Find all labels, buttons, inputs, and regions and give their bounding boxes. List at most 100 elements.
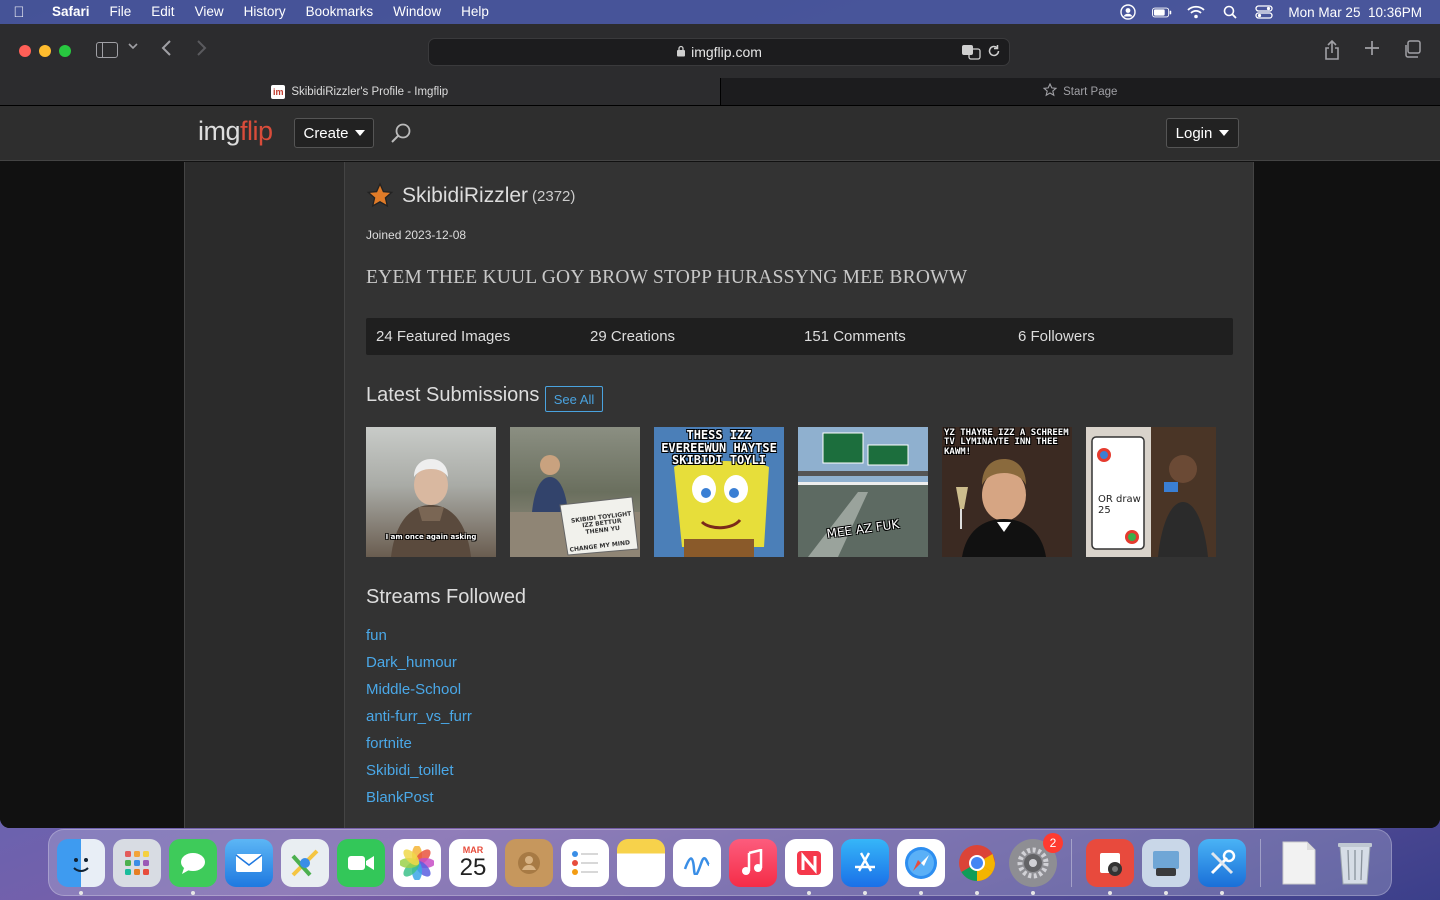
calendar-icon[interactable]: MAR 25	[449, 838, 497, 887]
stat-comments[interactable]: 151 Comments	[794, 328, 1008, 345]
meme-caption: YZ THAYRE IZZ A SCHREEM TV LYMINAYTE INN…	[944, 428, 1069, 457]
see-all-button[interactable]: See All	[545, 386, 603, 412]
tab-bar: im SkibidiRizzler's Profile - Imgflip St…	[0, 78, 1440, 106]
stat-creations[interactable]: 29 Creations	[580, 328, 794, 345]
url-text: imgflip.com	[691, 44, 762, 60]
stream-link-fortnite[interactable]: fortnite	[366, 730, 472, 757]
menu-view[interactable]: View	[185, 0, 234, 24]
search-icon[interactable]	[390, 122, 411, 143]
stat-followers[interactable]: 6 Followers	[1008, 328, 1222, 345]
create-label: Create	[303, 124, 349, 142]
photos-icon[interactable]	[393, 838, 441, 887]
create-dropdown-button[interactable]: Create	[294, 118, 374, 148]
browser-toolbar: imgflip.com	[0, 24, 1440, 78]
tab-overview-icon[interactable]	[1402, 40, 1422, 65]
chrome-icon[interactable]	[953, 839, 1001, 895]
login-label: Login	[1175, 124, 1213, 142]
meme-thumbnail[interactable]: OR draw 25	[1086, 427, 1216, 557]
launchpad-icon[interactable]	[113, 838, 161, 887]
notes-icon[interactable]	[617, 838, 665, 887]
logo-flip-part: flip	[240, 116, 273, 146]
utility-tools-icon[interactable]	[1198, 838, 1246, 895]
document-icon[interactable]	[1275, 839, 1323, 887]
finder-icon[interactable]	[57, 838, 105, 895]
spotlight-search-icon[interactable]	[1220, 5, 1240, 19]
meme-thumbnail[interactable]: MEE AZ FUK	[798, 427, 928, 557]
reminders-icon[interactable]	[561, 838, 609, 887]
apple-menu-icon[interactable]: 	[0, 4, 38, 21]
minimize-window-button[interactable]	[39, 45, 51, 57]
translate-icon[interactable]	[961, 44, 981, 63]
caret-down-icon	[1219, 130, 1230, 136]
back-button[interactable]	[160, 39, 172, 57]
preview-icon[interactable]	[1142, 838, 1190, 895]
menu-app-name[interactable]: Safari	[38, 0, 100, 24]
mail-icon[interactable]	[225, 838, 273, 887]
close-window-button[interactable]	[19, 45, 31, 57]
login-dropdown-button[interactable]: Login	[1166, 118, 1239, 148]
trash-icon[interactable]	[1331, 839, 1379, 887]
forward-button[interactable]	[196, 39, 208, 57]
menu-file[interactable]: File	[100, 0, 142, 24]
maps-icon[interactable]	[281, 838, 329, 887]
music-icon[interactable]	[729, 838, 777, 887]
clock[interactable]: Mon Mar 25 10:36PM	[1288, 5, 1422, 20]
content-area: SkibidiRizzler (2372) Joined 2023-12-08 …	[0, 162, 1440, 828]
star-outline-icon	[1042, 82, 1058, 100]
meme-thumbnail[interactable]: THESS IZZ EVEREEWUN HAYTSE SKIBIDI TOYLI	[654, 427, 784, 557]
news-icon[interactable]	[785, 838, 833, 895]
stream-link-dark-humour[interactable]: Dark_humour	[366, 649, 472, 676]
meme-caption: OR draw 25	[1098, 494, 1141, 516]
chevron-down-icon[interactable]	[128, 42, 138, 50]
menu-window[interactable]: Window	[383, 0, 451, 24]
stream-link-skibidi-toillet[interactable]: Skibidi_toillet	[366, 757, 472, 784]
submission-thumbnails: I am once again asking CHANGE MY MIND SK…	[366, 427, 1216, 557]
battery-icon[interactable]	[1152, 5, 1172, 19]
safari-icon[interactable]	[897, 838, 945, 895]
caret-down-icon	[354, 130, 365, 136]
sidebar-toggle-icon[interactable]	[96, 42, 118, 58]
contacts-icon[interactable]	[505, 838, 553, 887]
dock-separator	[1260, 838, 1261, 887]
menu-history[interactable]: History	[234, 0, 296, 24]
meme-thumbnail[interactable]: I am once again asking	[366, 427, 496, 557]
facetime-icon[interactable]	[337, 838, 385, 887]
username: SkibidiRizzler	[402, 184, 529, 207]
stat-featured-images[interactable]: 24 Featured Images	[366, 328, 580, 345]
profile-main: SkibidiRizzler (2372) Joined 2023-12-08 …	[345, 162, 1254, 828]
stream-link-middle-school[interactable]: Middle-School	[366, 676, 472, 703]
profile-header: SkibidiRizzler (2372)	[366, 182, 575, 210]
latest-submissions-title: Latest Submissions	[366, 384, 540, 406]
logo-img-part: img	[198, 116, 241, 146]
streams-list: fun Dark_humour Middle-School anti-furr_…	[366, 622, 472, 811]
stream-link-anti-furr-vs-furr[interactable]: anti-furr_vs_furr	[366, 703, 472, 730]
system-settings-icon[interactable]: 2	[1009, 832, 1063, 895]
change-my-mind-figure-icon: CHANGE MY MIND	[510, 455, 640, 557]
lock-icon	[676, 45, 686, 60]
messages-icon[interactable]	[169, 838, 217, 895]
share-icon[interactable]	[1322, 39, 1342, 65]
zoom-window-button[interactable]	[59, 45, 71, 57]
stream-link-blankpost[interactable]: BlankPost	[366, 784, 472, 811]
menu-help[interactable]: Help	[451, 0, 499, 24]
stream-link-fun[interactable]: fun	[366, 622, 472, 649]
app-store-icon[interactable]	[841, 838, 889, 895]
freeform-icon[interactable]	[673, 838, 721, 887]
photo-booth-icon[interactable]	[1086, 838, 1134, 895]
control-center-icon[interactable]	[1254, 5, 1274, 19]
menu-edit[interactable]: Edit	[141, 0, 184, 24]
uno-draw-25-icon	[1086, 427, 1216, 557]
menu-bookmarks[interactable]: Bookmarks	[296, 0, 384, 24]
meme-thumbnail[interactable]: YZ THAYRE IZZ A SCHREEM TV LYMINAYTE INN…	[942, 427, 1072, 557]
address-bar[interactable]: imgflip.com	[428, 38, 1010, 66]
reload-icon[interactable]	[987, 44, 1001, 63]
tab-profile[interactable]: im SkibidiRizzler's Profile - Imgflip	[0, 78, 720, 105]
new-tab-icon[interactable]	[1362, 40, 1382, 65]
imgflip-logo[interactable]: imgflip	[198, 116, 273, 147]
user-account-icon[interactable]	[1118, 4, 1138, 20]
wifi-icon[interactable]	[1186, 5, 1206, 19]
tab-start-page[interactable]: Start Page	[719, 78, 1440, 105]
meme-thumbnail[interactable]: CHANGE MY MIND SKIBIDI TOYLIGHT IZZ BETT…	[510, 427, 640, 557]
left-sidebar	[184, 162, 345, 828]
imgflip-favicon-icon: im	[271, 84, 286, 99]
